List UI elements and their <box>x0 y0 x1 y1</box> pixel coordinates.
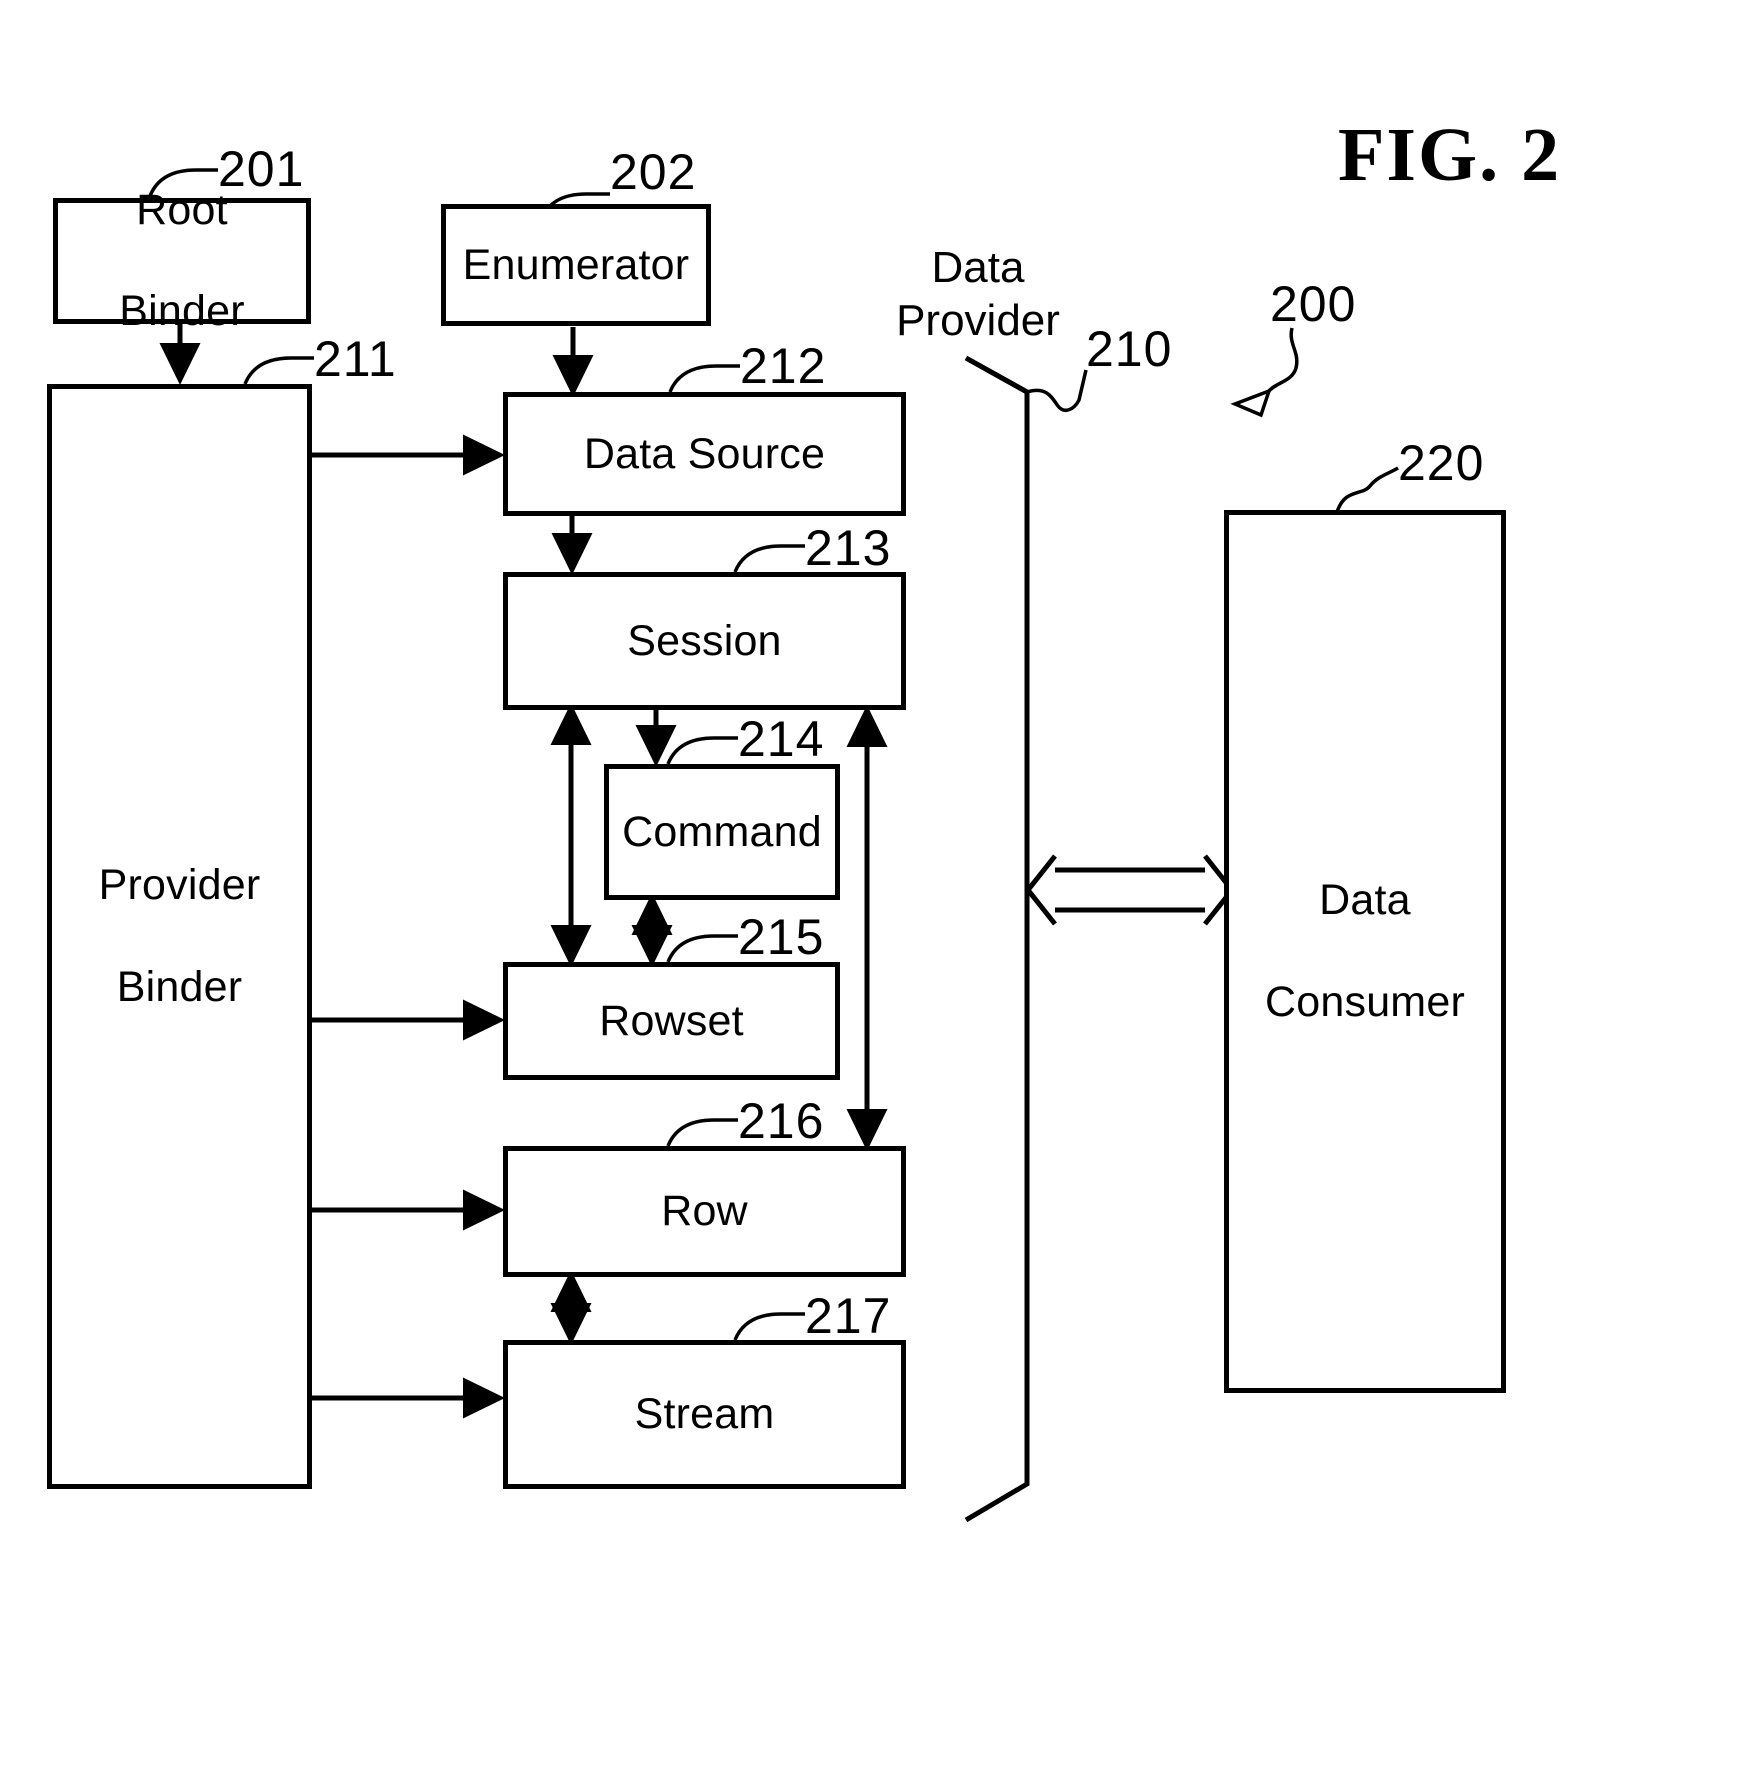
leader-220 <box>1335 466 1399 513</box>
ref-200: 200 <box>1270 276 1357 332</box>
ref-217: 217 <box>805 1288 892 1344</box>
box-provider-binder[interactable]: Provider Binder <box>47 384 312 1489</box>
box-root-binder-label: Root Binder <box>107 185 257 337</box>
box-rowset-label: Rowset <box>599 996 744 1045</box>
box-row[interactable]: Row <box>503 1146 906 1277</box>
ref-213: 213 <box>805 520 892 576</box>
leader-200 <box>1266 327 1299 394</box>
box-root-binder-line2: Binder <box>119 287 245 336</box>
leader-200-arrowhead <box>1230 388 1272 418</box>
box-data-consumer-label: Data Consumer <box>1253 875 1477 1027</box>
ref-214: 214 <box>738 711 825 767</box>
box-enumerator-label: Enumerator <box>462 240 690 289</box>
data-provider-bracket <box>964 355 1030 1523</box>
leader-210 <box>1026 369 1088 412</box>
ref-216: 216 <box>738 1093 825 1149</box>
leader-212 <box>668 364 740 393</box>
box-stream[interactable]: Stream <box>503 1340 906 1489</box>
box-session[interactable]: Session <box>503 572 906 710</box>
box-enumerator[interactable]: Enumerator <box>441 204 711 326</box>
box-command-label: Command <box>622 807 822 856</box>
box-provider-binder-line2: Binder <box>116 962 243 1011</box>
leader-214 <box>666 736 738 765</box>
ref-211: 211 <box>314 331 397 387</box>
ref-201: 201 <box>218 141 305 197</box>
box-session-label: Session <box>627 616 782 665</box>
data-provider-label-line1: Data <box>931 243 1025 292</box>
ref-212: 212 <box>740 338 827 394</box>
patent-figure-2: Root Binder Enumerator Provider Binder Dat… <box>0 0 1744 1780</box>
box-data-consumer-line1: Data <box>1319 876 1411 925</box>
arrow-provider-consumer-bidirectional <box>1024 854 1236 926</box>
box-data-source[interactable]: Data Source <box>503 392 906 516</box>
leader-217 <box>733 1312 805 1341</box>
data-provider-label-line2: Provider <box>896 295 1060 345</box>
box-data-source-label: Data Source <box>583 429 826 478</box>
box-data-consumer[interactable]: Data Consumer <box>1224 510 1506 1393</box>
data-provider-label-leader <box>964 355 1029 395</box>
leader-215 <box>666 934 738 963</box>
box-root-binder[interactable]: Root Binder <box>53 186 311 335</box>
ref-202: 202 <box>610 144 697 200</box>
data-provider-label: Data Provider <box>888 242 1068 348</box>
box-rowset[interactable]: Rowset <box>503 962 840 1080</box>
figure-title: FIG. 2 <box>1338 113 1562 197</box>
box-provider-binder-line1: Provider <box>98 861 261 910</box>
box-provider-binder-label: Provider Binder <box>87 860 273 1012</box>
box-row-label: Row <box>661 1187 748 1236</box>
ref-210: 210 <box>1086 321 1173 377</box>
leader-216 <box>666 1118 738 1147</box>
leader-213 <box>733 544 805 573</box>
box-data-consumer-line2: Consumer <box>1265 977 1465 1026</box>
leader-211 <box>243 356 314 385</box>
box-stream-label: Stream <box>634 1390 775 1439</box>
ref-215: 215 <box>738 909 825 965</box>
box-command[interactable]: Command <box>604 764 840 900</box>
ref-220: 220 <box>1398 435 1485 491</box>
